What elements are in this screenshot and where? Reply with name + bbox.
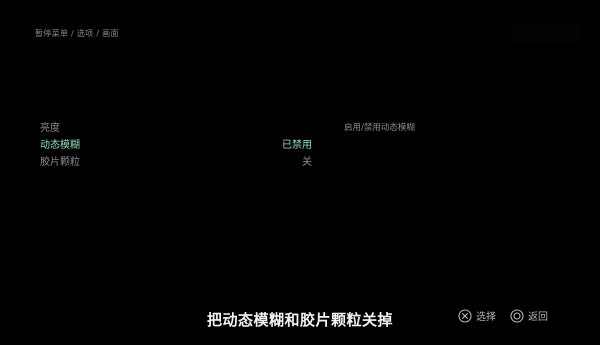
menu-item-label: 动态模糊 [40, 140, 80, 151]
breadcrumb: 暂停菜单 / 选项 / 画面 [35, 29, 119, 38]
back-label: 返回 [528, 312, 548, 323]
menu-item-label: 亮度 [40, 123, 60, 134]
cross-button-icon [458, 308, 472, 323]
menu-item-value: 关 [302, 157, 312, 168]
menu-item-brightness[interactable]: 亮度 [40, 120, 320, 137]
select-label: 选择 [476, 312, 496, 323]
circle-button-icon [510, 308, 524, 323]
menu-item-label: 胶片颗粒 [40, 157, 80, 168]
menu-item-value: 已禁用 [282, 140, 312, 151]
select-prompt[interactable]: 选择 [458, 308, 496, 323]
button-prompts: 选择 返回 [458, 308, 548, 323]
menu-item-film-grain[interactable]: 胶片颗粒 关 [40, 154, 320, 171]
corner-overlay [512, 24, 582, 42]
menu-item-motion-blur[interactable]: 动态模糊 已禁用 [40, 137, 320, 154]
back-prompt[interactable]: 返回 [510, 308, 548, 323]
option-description: 启用/禁用动态模糊 [344, 123, 415, 133]
settings-menu: 亮度 动态模糊 已禁用 胶片颗粒 关 [40, 120, 320, 171]
